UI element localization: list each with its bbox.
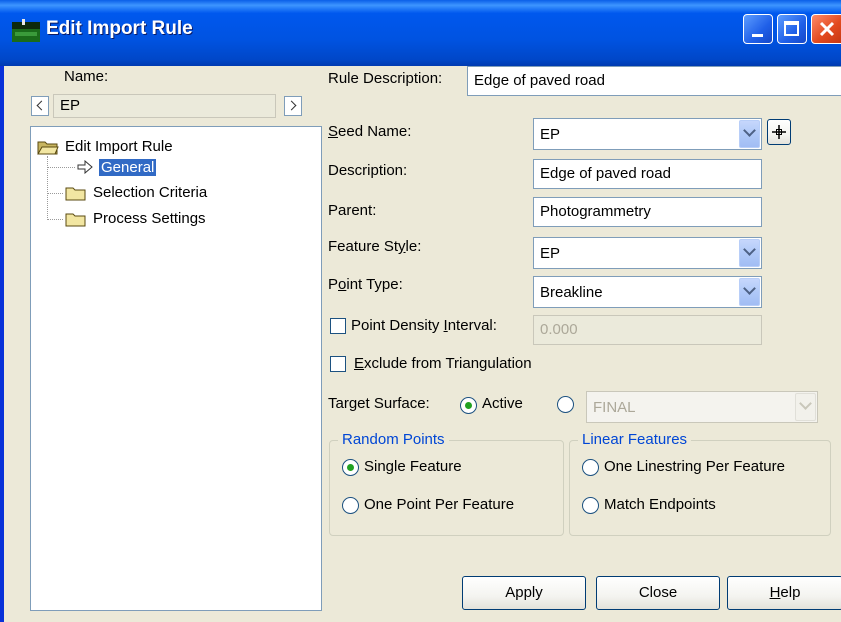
target-surface-select[interactable]: FINAL	[586, 391, 818, 423]
dropdown-button[interactable]	[739, 120, 760, 148]
random-points-group: Random Points Single Feature One Point P…	[329, 431, 564, 536]
tree-line	[47, 156, 48, 220]
feature-style-value: EP	[540, 245, 561, 262]
exclude-triangulation-label[interactable]: Exclude from Triangulation	[354, 355, 532, 372]
minimize-icon	[752, 34, 763, 37]
match-endpoints-radio[interactable]	[582, 497, 599, 514]
one-point-per-feature-radio[interactable]	[342, 497, 359, 514]
help-button[interactable]: Help	[727, 576, 841, 610]
next-button[interactable]	[284, 96, 302, 116]
linear-features-title: Linear Features	[578, 431, 692, 448]
target-surface-radio[interactable]	[557, 396, 574, 413]
prev-button[interactable]	[31, 96, 49, 116]
target-active-radio[interactable]	[460, 397, 477, 414]
linear-features-group: Linear Features One Linestring Per Featu…	[569, 431, 831, 536]
minimize-button[interactable]	[743, 14, 773, 44]
arrow-right-icon	[77, 160, 93, 174]
point-type-value: Breakline	[540, 284, 603, 301]
crosshair-icon	[772, 125, 786, 139]
description-label: Description:	[328, 162, 408, 179]
rule-description-input[interactable]: Edge of paved road	[467, 66, 841, 96]
parent-input[interactable]: Photogrammetry	[533, 197, 762, 227]
tree-item-general[interactable]: General	[97, 158, 158, 177]
target-surface-value: FINAL	[593, 399, 636, 416]
chevron-left-icon	[36, 100, 47, 111]
one-linestring-radio[interactable]	[582, 459, 599, 476]
dropdown-button[interactable]	[795, 393, 816, 421]
description-input[interactable]: Edge of paved road	[533, 159, 762, 189]
tree-line	[47, 219, 63, 220]
chevron-down-icon	[743, 282, 756, 295]
seed-name-value: EP	[540, 126, 561, 143]
feature-style-label: Feature Style:	[328, 238, 422, 255]
dialog-client: Name: EP Edit Import Rule General Select…	[4, 66, 841, 622]
seed-name-label: Seed Name:	[328, 123, 412, 140]
folder-icon	[65, 213, 86, 227]
chevron-down-icon	[743, 124, 756, 137]
apply-button[interactable]: Apply	[462, 576, 586, 610]
chevron-down-icon	[799, 397, 812, 410]
tree-line	[47, 167, 75, 168]
feature-style-select[interactable]: EP	[533, 237, 762, 269]
title-bar[interactable]: Edit Import Rule	[0, 0, 841, 66]
tree-line	[47, 193, 63, 194]
point-density-checkbox[interactable]	[330, 318, 346, 334]
maximize-icon	[784, 21, 799, 36]
point-type-label: Point Type:	[328, 276, 403, 293]
folder-open-icon	[37, 141, 59, 155]
seed-name-select[interactable]: EP	[533, 118, 762, 150]
chevron-right-icon	[286, 100, 297, 111]
point-density-label[interactable]: Point Density Interval:	[351, 317, 497, 334]
rule-tree[interactable]: Edit Import Rule General Selection Crite…	[30, 126, 322, 611]
app-icon	[12, 19, 40, 42]
parent-label: Parent:	[328, 202, 377, 219]
folder-icon	[65, 187, 86, 201]
single-feature-radio[interactable]	[342, 459, 359, 476]
tree-item-selection-criteria[interactable]: Selection Criteria	[93, 184, 207, 201]
chevron-down-icon	[743, 243, 756, 256]
match-endpoints-label[interactable]: Match Endpoints	[604, 496, 716, 513]
name-label: Name:	[64, 68, 109, 85]
name-field[interactable]: EP	[53, 94, 276, 118]
pick-seed-button[interactable]	[767, 119, 791, 145]
tree-root[interactable]: Edit Import Rule	[65, 138, 173, 155]
close-icon	[819, 21, 835, 37]
close-button[interactable]: Close	[596, 576, 720, 610]
random-points-title: Random Points	[338, 431, 449, 448]
close-window-button[interactable]	[811, 14, 841, 44]
exclude-triangulation-checkbox[interactable]	[330, 356, 346, 372]
target-active-label[interactable]: Active	[482, 395, 523, 412]
target-surface-label: Target Surface:	[328, 395, 430, 412]
single-feature-label[interactable]: Single Feature	[364, 458, 462, 475]
window-title: Edit Import Rule	[46, 18, 193, 39]
tree-item-process-settings[interactable]: Process Settings	[93, 210, 206, 227]
one-point-per-feature-label[interactable]: One Point Per Feature	[364, 496, 514, 513]
point-type-select[interactable]: Breakline	[533, 276, 762, 308]
point-density-input[interactable]: 0.000	[533, 315, 762, 345]
rule-description-label: Rule Description:	[328, 70, 443, 87]
dropdown-button[interactable]	[739, 278, 760, 306]
one-linestring-label[interactable]: One Linestring Per Feature	[604, 458, 785, 475]
maximize-button[interactable]	[777, 14, 807, 44]
dropdown-button[interactable]	[739, 239, 760, 267]
